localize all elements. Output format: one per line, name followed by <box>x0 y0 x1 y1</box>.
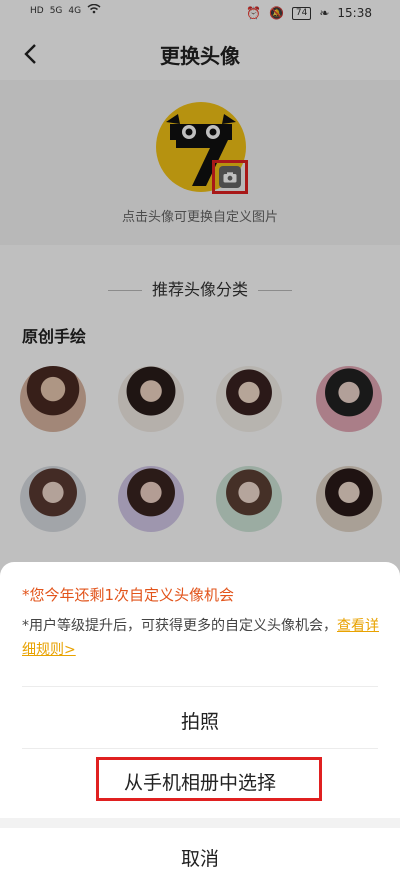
album-option-highlight-box <box>96 757 322 801</box>
level-upgrade-text: *用户等级提升后，可获得更多的自定义头像机会， <box>22 618 337 634</box>
sheet-divider <box>22 686 378 687</box>
action-sheet: *您今年还剩1次自定义头像机会 *用户等级提升后，可获得更多的自定义头像机会，查… <box>0 562 400 888</box>
remaining-chances-notice: *您今年还剩1次自定义头像机会 <box>22 586 235 604</box>
level-upgrade-notice: *用户等级提升后，可获得更多的自定义头像机会，查看详细规则> <box>22 614 382 662</box>
cancel-button[interactable]: 取消 <box>0 844 400 871</box>
take-photo-button[interactable]: 拍照 <box>0 707 400 734</box>
sheet-gap <box>0 818 400 828</box>
sheet-divider <box>22 748 378 749</box>
